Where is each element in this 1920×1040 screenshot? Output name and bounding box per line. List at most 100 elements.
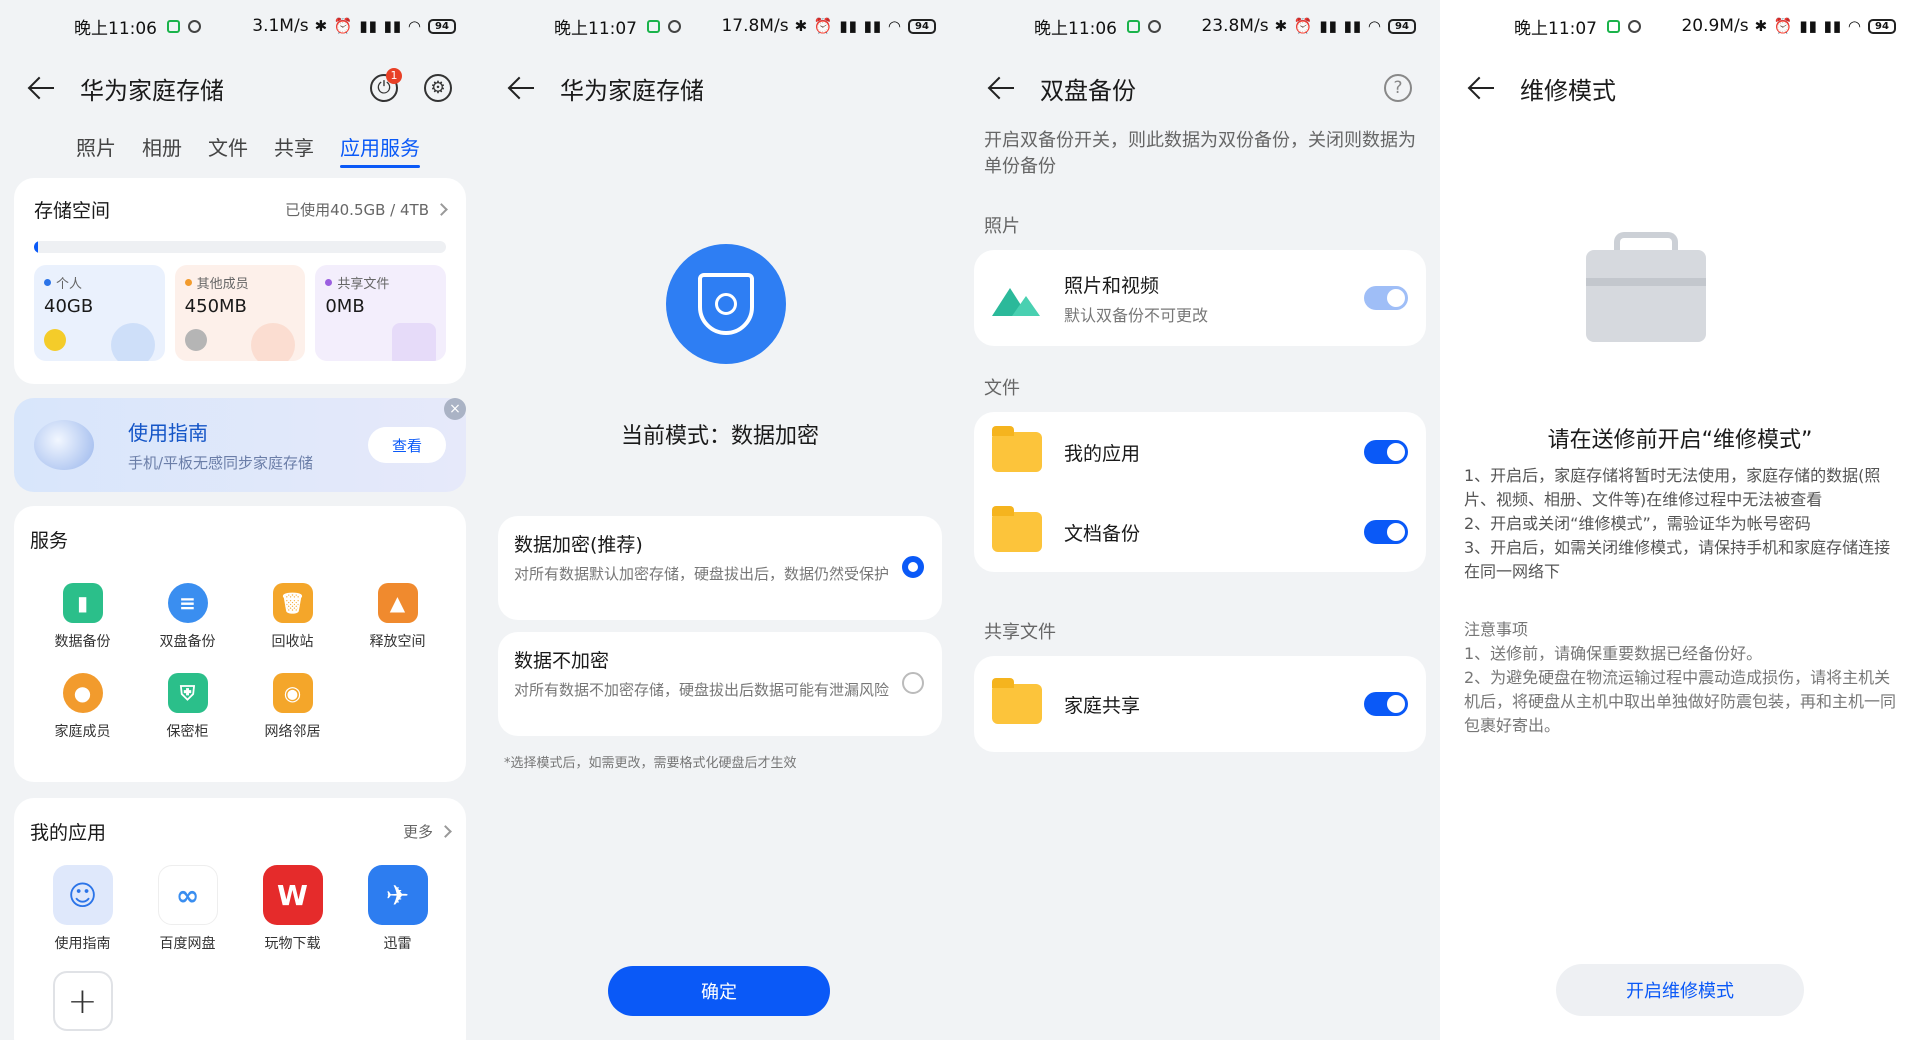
toggle-doc-backup[interactable] xyxy=(1364,520,1408,544)
tab-photos[interactable]: 照片 xyxy=(76,124,116,174)
notes-title: 注意事项 xyxy=(1464,620,1529,639)
app-add[interactable]: + xyxy=(30,971,135,1031)
storage-used: 已使用40.5GB / 4TB xyxy=(285,201,429,219)
tile-other-members[interactable]: 其他成员 450MB xyxy=(174,265,306,361)
service-network-neighbor[interactable]: ◉ 网络邻居 xyxy=(240,673,345,741)
tile-value: 40GB xyxy=(44,296,94,317)
tab-share[interactable]: 共享 xyxy=(274,124,314,174)
page-title: 维修模式 xyxy=(1520,76,1616,105)
notification-dot-icon xyxy=(167,19,180,33)
tab-albums[interactable]: 相册 xyxy=(142,124,182,174)
battery-icon: 94 xyxy=(1388,18,1416,34)
baidu-netdisk-icon: ∞ xyxy=(157,865,218,925)
tile-label: 个人 xyxy=(56,277,83,292)
app-label: 玩物下载 xyxy=(264,936,321,952)
app-wanwu-download[interactable]: W 玩物下载 xyxy=(240,865,345,953)
tile-personal[interactable]: 个人 40GB xyxy=(34,265,165,361)
storage-card[interactable]: 存储空间 已使用40.5GB / 4TB 个人 40GB 其他成员 450MB xyxy=(14,178,466,384)
radio-unselected[interactable] xyxy=(902,672,924,694)
guide-subtitle: 手机/平板无感同步家庭存储 xyxy=(128,454,314,472)
services-title: 服务 xyxy=(30,530,69,552)
service-label: 家庭成员 xyxy=(54,724,111,740)
toolbox-icon xyxy=(1586,232,1706,342)
service-dual-backup[interactable]: ≡ 双盘备份 xyxy=(135,583,240,651)
service-family-members[interactable]: ● 家庭成员 xyxy=(30,673,135,741)
service-safe-box[interactable]: ⛨ 保密柜 xyxy=(135,673,240,741)
current-mode-text: 当前模式：数据加密 xyxy=(620,424,819,449)
toggle-photos-videos xyxy=(1364,286,1408,310)
page-title: 双盘备份 xyxy=(1040,76,1136,105)
storage-progress-fill xyxy=(34,241,39,253)
enable-repair-mode-button[interactable]: 开启维修模式 xyxy=(1556,964,1804,1016)
battery-icon: 94 xyxy=(428,18,456,34)
option-no-encrypt[interactable]: 数据不加密 对所有数据不加密存储，硬盘拔出后数据可能有泄漏风险 xyxy=(498,632,942,736)
step-3: 3、开启后，如需关闭维修模式，请保持手机和家庭存储连接在同一网络下 xyxy=(1464,538,1891,581)
service-label: 双盘备份 xyxy=(159,634,216,650)
status-bar: 晚上11:07 17.8M/s ✱ ⏰ ▮▮ ▮▮ ◠ 94 xyxy=(480,0,960,52)
back-arrow-icon[interactable] xyxy=(1468,74,1496,102)
my-apps-title: 我的应用 xyxy=(30,822,107,844)
screen-dual-backup: 晚上11:06 23.8M/s ✱ ⏰ ▮▮ ▮▮ ◠ 94 双盘备份 ? 开启… xyxy=(960,0,1440,1040)
toggle-my-apps[interactable] xyxy=(1364,440,1408,464)
device-icon[interactable]: ⏻ 1 xyxy=(370,68,402,102)
status-time: 晚上11:07 xyxy=(554,18,637,39)
format-note: *选择模式后，如需更改，需要格式化硬盘后才生效 xyxy=(504,756,797,771)
my-apps-card: 我的应用 更多 ☺ 使用指南 ∞ 百度网盘 W 玩物下载 ✈ 迅雷 + xyxy=(14,798,466,1040)
tab-app-services[interactable]: 应用服务 xyxy=(340,124,420,174)
storage-progress-bar xyxy=(34,241,446,253)
safe-box-icon: ⛨ xyxy=(167,673,208,713)
back-arrow-icon[interactable] xyxy=(508,74,536,102)
app-xunlei[interactable]: ✈ 迅雷 xyxy=(345,865,450,953)
notification-dot-icon xyxy=(647,19,660,33)
folder-icon xyxy=(992,678,1042,724)
service-label: 释放空间 xyxy=(369,634,426,650)
photos-list: 照片和视频 默认双备份不可更改 xyxy=(974,250,1426,346)
service-recycle-bin[interactable]: 🗑 回收站 xyxy=(240,583,345,651)
list-item-doc-backup: 文档备份 xyxy=(974,492,1426,572)
status-bar: 晚上11:06 23.8M/s ✱ ⏰ ▮▮ ▮▮ ◠ 94 xyxy=(960,0,1440,52)
person-icon xyxy=(110,323,155,361)
back-arrow-icon[interactable] xyxy=(28,74,56,102)
option-title: 数据加密(推荐) xyxy=(514,534,643,556)
app-header: 双盘备份 ? xyxy=(960,52,1440,124)
option-encrypt[interactable]: 数据加密(推荐) 对所有数据默认加密存储，硬盘拔出后，数据仍然受保护 xyxy=(498,516,942,620)
screen-repair-mode: 晚上11:07 20.9M/s ✱ ⏰ ▮▮ ▮▮ ◠ 94 维修模式 请在送修… xyxy=(1440,0,1920,1040)
notification-circle-icon xyxy=(1628,19,1641,33)
screens-container: 晚上11:06 3.1M/s ✱ ⏰ ▮▮ ▮▮ ◠ 94 华为家庭存储 ⏻ 1… xyxy=(0,0,1920,1040)
service-free-space[interactable]: ▲ 释放空间 xyxy=(345,583,450,651)
note-2: 2、为避免硬盘在物流运输过程中震动造成损伤，请将主机关机后，将硬盘从主机中取出单… xyxy=(1464,668,1897,735)
section-title-shared: 共享文件 xyxy=(984,622,1056,643)
gear-icon[interactable]: ⚙ xyxy=(424,74,452,102)
wanwu-download-icon: W xyxy=(262,865,323,925)
toggle-family-share[interactable] xyxy=(1364,692,1408,716)
close-icon[interactable]: × xyxy=(444,398,466,420)
plus-icon: + xyxy=(52,971,113,1031)
tile-shared-files[interactable]: 共享文件 0MB xyxy=(315,265,447,361)
more-link[interactable]: 更多 xyxy=(403,821,433,842)
screen-app-services: 晚上11:06 3.1M/s ✱ ⏰ ▮▮ ▮▮ ◠ 94 华为家庭存储 ⏻ 1… xyxy=(0,0,480,1040)
notification-circle-icon xyxy=(1148,19,1161,33)
item-label: 家庭共享 xyxy=(1064,694,1141,717)
tab-bar: 照片 相册 文件 共享 应用服务 xyxy=(0,124,480,174)
notification-circle-icon xyxy=(668,19,681,33)
radio-selected[interactable] xyxy=(902,556,924,578)
guide-mascot-icon xyxy=(34,420,94,470)
tile-label: 其他成员 xyxy=(196,277,249,292)
folder-icon xyxy=(992,506,1042,552)
confirm-button[interactable]: 确定 xyxy=(608,966,830,1016)
guide-view-button[interactable]: 查看 xyxy=(368,427,446,463)
help-icon[interactable]: ? xyxy=(1384,74,1412,102)
tab-files[interactable]: 文件 xyxy=(208,124,248,174)
section-title-files: 文件 xyxy=(984,378,1020,399)
service-data-backup[interactable]: ▮ 数据备份 xyxy=(30,583,135,651)
app-baidu-netdisk[interactable]: ∞ 百度网盘 xyxy=(135,865,240,953)
guide-banner[interactable]: 使用指南 手机/平板无感同步家庭存储 查看 × xyxy=(14,398,466,492)
app-guide[interactable]: ☺ 使用指南 xyxy=(30,865,135,953)
status-time: 晚上11:07 xyxy=(1514,18,1597,39)
chevron-right-icon xyxy=(435,203,448,216)
dual-disk-icon: ≡ xyxy=(167,583,208,623)
app-label: 迅雷 xyxy=(383,936,412,952)
item-label: 我的应用 xyxy=(1064,442,1141,465)
back-arrow-icon[interactable] xyxy=(988,74,1016,102)
dot-icon xyxy=(44,279,51,286)
